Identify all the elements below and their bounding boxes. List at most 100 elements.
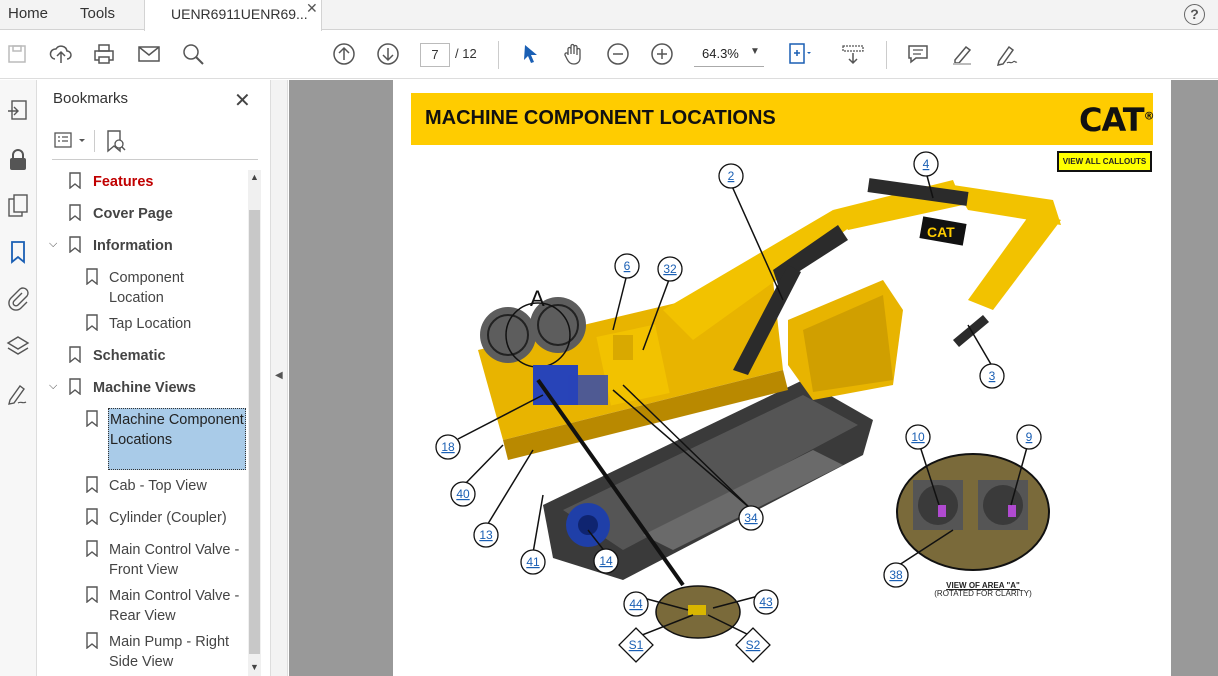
bookmark-item-cover-page[interactable]: Cover Page [93,204,173,224]
callout-label[interactable]: 14 [599,554,613,568]
bookmark-options-icon[interactable] [54,130,88,152]
callout-label[interactable]: 3 [989,369,996,383]
bookmark-options-bar [52,124,258,160]
bookmark-icon [69,236,81,253]
layers-icon[interactable] [4,333,32,361]
callout-label[interactable]: 44 [629,597,643,611]
scrollbar-thumb[interactable] [249,210,260,654]
email-icon[interactable] [136,41,162,67]
bookmark-item-machine-views[interactable]: Machine Views [93,378,196,398]
scroll-mode-icon[interactable] [840,41,866,67]
search-icon[interactable] [180,41,206,67]
tab-tools[interactable]: Tools [80,0,115,30]
tab-close-icon[interactable]: ✕ [306,0,318,17]
lock-icon[interactable] [4,146,32,174]
bookmarks-panel: Bookmarks ✕ Features Cover Page ⌵ Inform… [38,80,270,676]
chevron-down-icon[interactable]: ▼ [750,46,760,57]
next-page-icon[interactable] [375,41,401,67]
callout-label[interactable]: 34 [744,511,758,525]
bookmark-icon [69,204,81,221]
view-a-detail [896,453,1050,571]
page-thumbnails-icon[interactable] [4,192,32,220]
chevron-down-icon[interactable]: ⌵ [49,238,57,251]
zoom-out-icon[interactable] [605,41,631,67]
select-cursor-icon[interactable] [517,41,543,67]
test-point-label[interactable]: S1 [629,638,644,652]
hand-tool-icon[interactable] [561,41,587,67]
test-point-label[interactable]: S2 [746,638,761,652]
prev-page-icon[interactable] [331,41,357,67]
bookmark-item-tap-location[interactable]: Tap Location [109,314,191,334]
bookmark-item-cylinder-coupler[interactable]: Cylinder (Coupler) [109,508,227,528]
panel-title: Bookmarks [53,90,129,107]
callout-label[interactable]: 13 [479,528,493,542]
excavator-diagram: CAT A 246 32318401341 143410 93844 43S1 … [435,151,1061,663]
bookmark-item-main-pump-right-side[interactable]: Main Pump - Right Side View [109,632,249,672]
page-number-input[interactable]: 7 [420,43,450,67]
close-icon[interactable]: ✕ [234,88,251,113]
callout-label[interactable]: 32 [663,262,677,276]
attachment-icon[interactable] [4,285,32,313]
signature-icon[interactable] [4,380,32,408]
highlight-pen-icon[interactable] [949,41,975,67]
bookmark-icon [86,540,98,557]
bookmark-item-machine-component-locations[interactable]: Machine Component Locations [108,408,246,470]
tab-bar: Home Tools UENR6911UENR69... ✕ ? [0,0,1218,31]
bookmark-item-information[interactable]: Information [93,236,173,256]
callout-label[interactable]: 38 [889,568,903,582]
bookmark-icon [86,476,98,493]
view-a-caption-sub: (ROTATED FOR CLARITY) [934,589,1032,598]
add-bookmark-icon[interactable] [104,129,126,153]
print-icon[interactable] [91,41,117,67]
bookmark-panel-icon[interactable] [4,238,32,266]
callout-label[interactable]: 41 [526,555,540,569]
bookmark-icon [86,632,98,649]
bookmark-item-cab-top-view[interactable]: Cab - Top View [109,476,207,496]
bookmark-icon [86,268,98,285]
collapse-panel-icon[interactable]: ◀ [275,370,283,381]
bookmark-item-component-location[interactable]: Component Location [109,268,239,308]
tab-document-label: UENR6911UENR69... [171,6,308,22]
sign-pen-icon[interactable] [993,41,1019,67]
bookmark-item-main-control-valve-front[interactable]: Main Control Valve - Front View [109,540,249,580]
scroll-up-icon[interactable]: ▲ [250,172,259,182]
main-toolbar: 7 / 12 64.3% ▼ [0,31,1218,79]
callout-label[interactable]: 2 [728,169,735,183]
bookmark-item-main-control-valve-rear[interactable]: Main Control Valve - Rear View [109,586,249,626]
bookmark-icon [69,172,81,189]
bookmark-icon [86,314,98,331]
tab-document[interactable]: UENR6911UENR69... [144,0,322,31]
bookmark-scrollbar[interactable]: ▲ ▼ [248,170,261,676]
fit-page-icon[interactable] [785,41,811,67]
left-rail [0,80,37,676]
sample-port-detail [655,585,741,639]
callout-label[interactable]: 10 [911,430,925,444]
callout-label[interactable]: 40 [456,487,470,501]
callout-label[interactable]: 43 [759,595,773,609]
bookmark-item-schematic[interactable]: Schematic [93,346,166,366]
bookmark-icon [86,508,98,525]
view-a-caption: VIEW OF AREA "A" (ROTATED FOR CLARITY) [923,582,1043,598]
save-icon[interactable] [4,41,30,67]
boom-cat-logo: CAT [927,224,955,240]
callout-label[interactable]: 9 [1026,430,1033,444]
pdf-page: MACHINE COMPONENT LOCATIONS CAT® VIEW AL… [393,80,1171,676]
panel-splitter[interactable]: ◀ [270,80,288,676]
scroll-down-icon[interactable]: ▼ [250,662,259,672]
callout-label[interactable]: 6 [624,259,631,273]
help-icon[interactable]: ? [1184,4,1205,25]
export-pages-icon[interactable] [4,98,32,126]
chevron-down-icon[interactable]: ⌵ [49,380,57,393]
bookmark-icon [86,410,98,427]
callout-label[interactable]: 4 [923,157,930,171]
page-separator: / 12 [455,46,477,61]
tab-home[interactable]: Home [8,0,48,30]
callout-label[interactable]: 18 [441,440,455,454]
bookmark-item-features[interactable]: Features [93,172,153,192]
zoom-in-icon[interactable] [649,41,675,67]
upload-cloud-icon[interactable] [48,41,74,67]
document-viewer[interactable]: MACHINE COMPONENT LOCATIONS CAT® VIEW AL… [289,80,1218,676]
bookmark-icon [69,378,81,395]
comment-icon[interactable] [905,41,931,67]
bookmark-icon [69,346,81,363]
